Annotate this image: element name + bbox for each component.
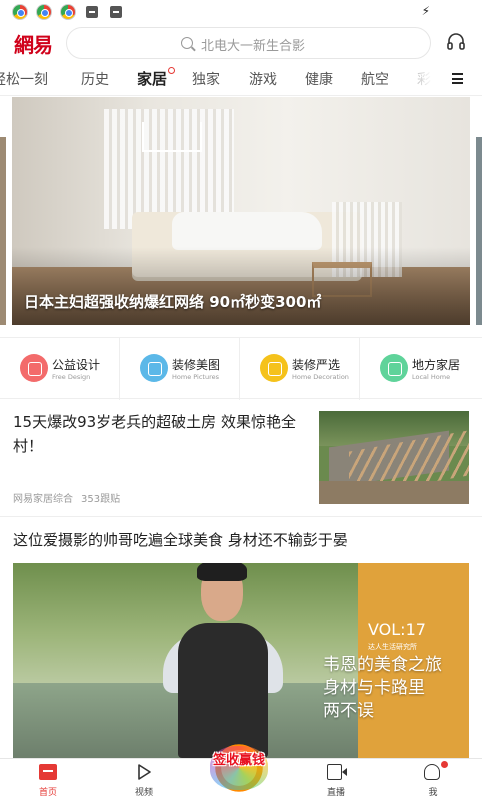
search-icon [181, 37, 193, 49]
headphones-icon[interactable] [446, 32, 466, 52]
nav-video[interactable]: 视频 [114, 759, 174, 799]
promo-badge[interactable]: 签收赢钱 [208, 744, 270, 792]
nav-home[interactable]: 首页 [18, 759, 78, 799]
news-source: 网易家居综合 [13, 494, 73, 505]
new-dot-icon [168, 67, 176, 74]
shortcut-grid: 公益设计 Free Design 装修美图 Home Pictures 装修严选… [0, 337, 482, 400]
shortcut-title: 装修严选 [292, 358, 341, 372]
location-pin-icon [380, 354, 408, 382]
home-icon [39, 764, 57, 780]
shortcut-local-home[interactable]: 地方家居 Local Home [360, 338, 482, 400]
carousel-prev-peek[interactable] [0, 137, 6, 325]
tabs-fade [388, 62, 443, 95]
sofa-icon [140, 354, 168, 382]
notification-dot-icon [441, 761, 448, 768]
nav-label: 视频 [134, 788, 153, 798]
caption-gradient [12, 247, 470, 325]
tab-health[interactable]: 健康 [305, 69, 333, 89]
image-headline-3: 两不误 [323, 701, 374, 721]
image-chef-apron [178, 623, 268, 758]
news-title: 15天爆改93岁老兵的超破土房 效果惊艳全村！ [13, 413, 296, 455]
image-headline-1: 韦恩的美食之旅 [323, 655, 442, 675]
live-icon [327, 764, 347, 780]
promo-text: 签收赢钱 [212, 753, 265, 768]
charging-icon: ⚡ [421, 4, 430, 18]
app-notification-icon [12, 4, 28, 20]
shortcut-subtitle: Free Design [52, 373, 91, 381]
search-placeholder: 北电大一新生合影 [201, 39, 306, 54]
nav-label: 首页 [38, 788, 57, 798]
search-bar[interactable]: 北电大一新生合影 [66, 27, 431, 59]
carousel-next-peek[interactable] [476, 137, 482, 325]
news-large-image: VOL:17 达人生活研究所 韦恩的美食之旅 身材与卡路里 两不误 [13, 563, 469, 758]
photo-blanket [172, 212, 322, 250]
app-notification-icon [36, 4, 52, 20]
shortcut-title: 公益设计 [52, 358, 101, 372]
paint-roller-icon [260, 354, 288, 382]
news-title: 这位爱摄影的帅哥吃遍全球美食 身材还不输彭于晏 [13, 531, 348, 549]
tab-exclusive[interactable]: 独家 [192, 69, 220, 89]
tab-aviation[interactable]: 航空 [361, 69, 389, 89]
channel-menu-icon[interactable] [452, 73, 463, 84]
nav-me[interactable]: 我 [403, 759, 463, 799]
shortcut-home-decoration[interactable]: 装修严选 Home Decoration [240, 338, 360, 400]
tab-home-living-label: 家居 [137, 70, 168, 88]
shortcut-subtitle: Home Decoration [292, 373, 349, 381]
tab-home-living[interactable]: 家居 [137, 67, 176, 89]
image-headline-2: 身材与卡路里 [323, 678, 425, 698]
tab-history[interactable]: 历史 [81, 69, 109, 89]
nav-live[interactable]: 直播 [306, 759, 366, 799]
news-meta: 网易家居综合 353跟贴 [13, 490, 120, 505]
banner-caption: 日本主妇超强收纳爆红网络 90㎡秒变300㎡ [24, 293, 322, 311]
news-thumbnail [319, 411, 469, 504]
shortcut-free-design[interactable]: 公益设计 Free Design [0, 338, 120, 400]
video-icon [138, 764, 151, 780]
netease-logo[interactable]: 網易 [14, 29, 53, 58]
news-comments: 353跟贴 [81, 494, 121, 505]
message-notification-icon [86, 6, 98, 18]
header: 網易 北电大一新生合影 [0, 24, 482, 62]
message-notification-icon [110, 6, 122, 18]
nav-label: 我 [428, 788, 438, 798]
news-item-large[interactable]: 这位爱摄影的帅哥吃遍全球美食 身材还不输彭于晏 VOL:17 达人生活研究所 韦… [0, 518, 482, 758]
photo-shelf [142, 122, 202, 152]
shortcut-subtitle: Home Pictures [172, 373, 220, 381]
tab-qingsong[interactable]: 轻松一刻 [0, 69, 48, 89]
category-tabs: 轻松一刻 历史 家居 独家 游戏 健康 航空 彩 [0, 62, 482, 96]
shortcut-home-pictures[interactable]: 装修美图 Home Pictures [120, 338, 240, 400]
news-item[interactable]: 15天爆改93岁老兵的超破土房 效果惊艳全村！ 网易家居综合 353跟贴 [0, 400, 482, 517]
image-chef-hair [197, 563, 247, 581]
tab-games[interactable]: 游戏 [249, 69, 277, 89]
heart-icon [20, 354, 48, 382]
profile-icon [424, 764, 440, 780]
thumb-ground [319, 481, 469, 504]
status-bar: ⚡ [0, 0, 482, 24]
shortcut-title: 地方家居 [412, 358, 461, 372]
banner-slide[interactable]: 日本主妇超强收纳爆红网络 90㎡秒变300㎡ [12, 97, 470, 325]
shortcut-title: 装修美图 [172, 358, 221, 372]
app-notification-icon [60, 4, 76, 20]
image-vol-label: VOL:17 [368, 620, 426, 639]
nav-label: 直播 [326, 788, 345, 798]
shortcut-subtitle: Local Home [412, 373, 451, 381]
